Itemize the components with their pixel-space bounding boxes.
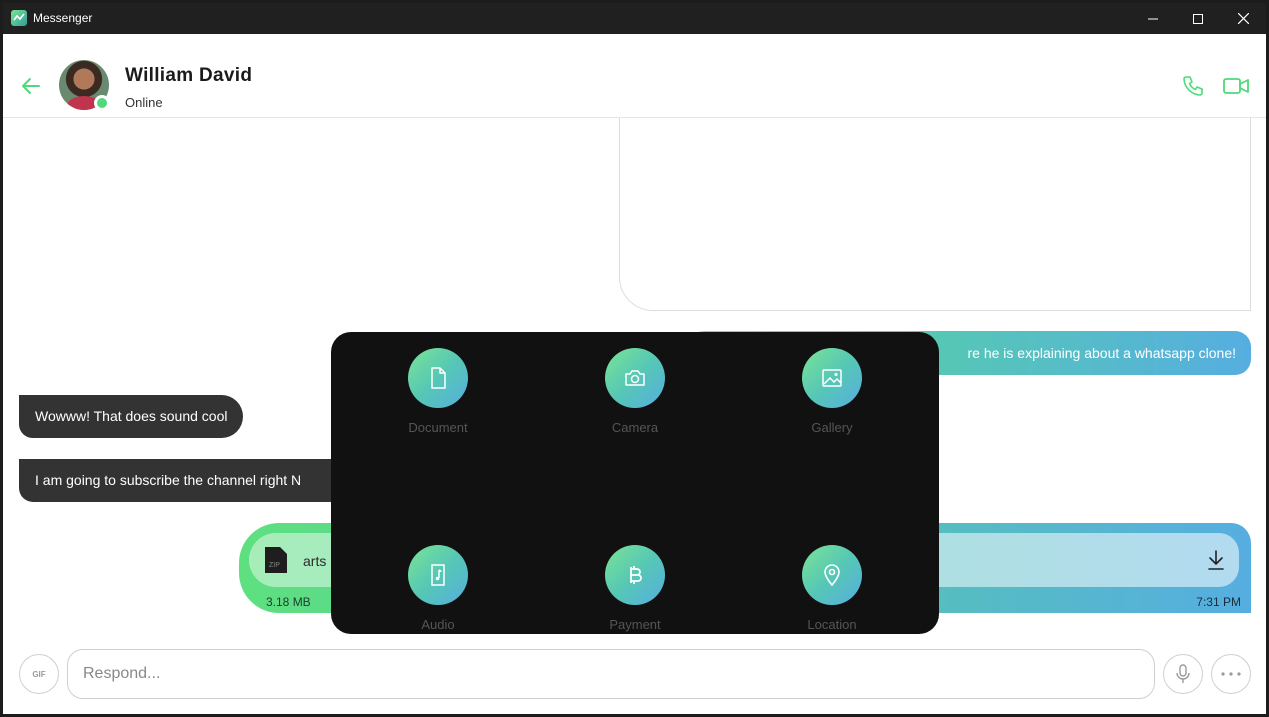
contact-status: Online bbox=[125, 95, 163, 110]
attach-label: Location bbox=[807, 617, 857, 632]
video-call-icon[interactable] bbox=[1223, 77, 1249, 100]
incoming-message[interactable]: I am going to subscribe the channel righ… bbox=[19, 459, 359, 502]
online-status-dot bbox=[94, 95, 110, 111]
attach-payment-button[interactable]: Payment bbox=[575, 545, 695, 632]
file-name: arts bbox=[303, 553, 327, 569]
window-title: Messenger bbox=[33, 11, 93, 25]
attach-label: Gallery bbox=[811, 420, 853, 435]
outgoing-message-text: re he is explaining about a whatsapp clo… bbox=[967, 345, 1236, 361]
attach-camera-button[interactable]: Camera bbox=[575, 348, 695, 435]
download-icon[interactable] bbox=[1207, 550, 1225, 575]
close-button[interactable] bbox=[1220, 3, 1266, 34]
attach-document-button[interactable]: Document bbox=[378, 348, 498, 435]
gif-label: GIF bbox=[32, 669, 46, 679]
svg-text:ZIP: ZIP bbox=[269, 562, 280, 569]
composer-bar: GIF bbox=[3, 648, 1266, 714]
attach-label: Payment bbox=[609, 617, 661, 632]
messenger-window: Messenger William David Online re he is … bbox=[3, 3, 1266, 714]
message-list[interactable]: re he is explaining about a whatsapp clo… bbox=[3, 118, 1266, 648]
camera-icon bbox=[605, 348, 665, 408]
attach-label: Audio bbox=[421, 617, 455, 632]
more-dots-icon bbox=[1221, 672, 1241, 676]
phone-call-icon[interactable] bbox=[1181, 74, 1205, 103]
attach-location-button[interactable]: Location bbox=[772, 545, 892, 632]
contact-name: William David bbox=[125, 65, 253, 86]
attach-gallery-button[interactable]: Gallery bbox=[772, 348, 892, 435]
gif-button[interactable]: GIF bbox=[19, 654, 59, 694]
document-icon bbox=[408, 348, 468, 408]
bitcoin-icon bbox=[605, 545, 665, 605]
gallery-icon bbox=[802, 348, 862, 408]
media-message-card[interactable] bbox=[619, 118, 1251, 311]
attach-label: Camera bbox=[611, 420, 659, 435]
attachment-menu: Document Camera Gallery Audio Payment Lo… bbox=[331, 332, 939, 634]
messenger-app-icon bbox=[11, 10, 27, 26]
chat-header: William David Online bbox=[3, 34, 1266, 118]
attach-audio-button[interactable]: Audio bbox=[378, 545, 498, 632]
more-options-button[interactable] bbox=[1211, 654, 1251, 694]
minimize-button[interactable] bbox=[1130, 3, 1176, 34]
title-bar: Messenger bbox=[3, 3, 1266, 34]
maximize-button[interactable] bbox=[1175, 3, 1221, 34]
microphone-button[interactable] bbox=[1163, 654, 1203, 694]
audio-icon bbox=[408, 545, 468, 605]
attach-label: Document bbox=[408, 420, 468, 435]
location-pin-icon bbox=[802, 545, 862, 605]
message-timestamp: 7:31 PM bbox=[1196, 595, 1241, 609]
microphone-icon bbox=[1176, 664, 1190, 683]
back-arrow-icon[interactable] bbox=[21, 76, 41, 101]
message-input[interactable] bbox=[67, 649, 1155, 699]
incoming-message[interactable]: Wowww! That does sound cool bbox=[19, 395, 244, 438]
zip-file-icon: ZIP bbox=[263, 545, 289, 580]
file-size: 3.18 MB bbox=[266, 595, 311, 609]
